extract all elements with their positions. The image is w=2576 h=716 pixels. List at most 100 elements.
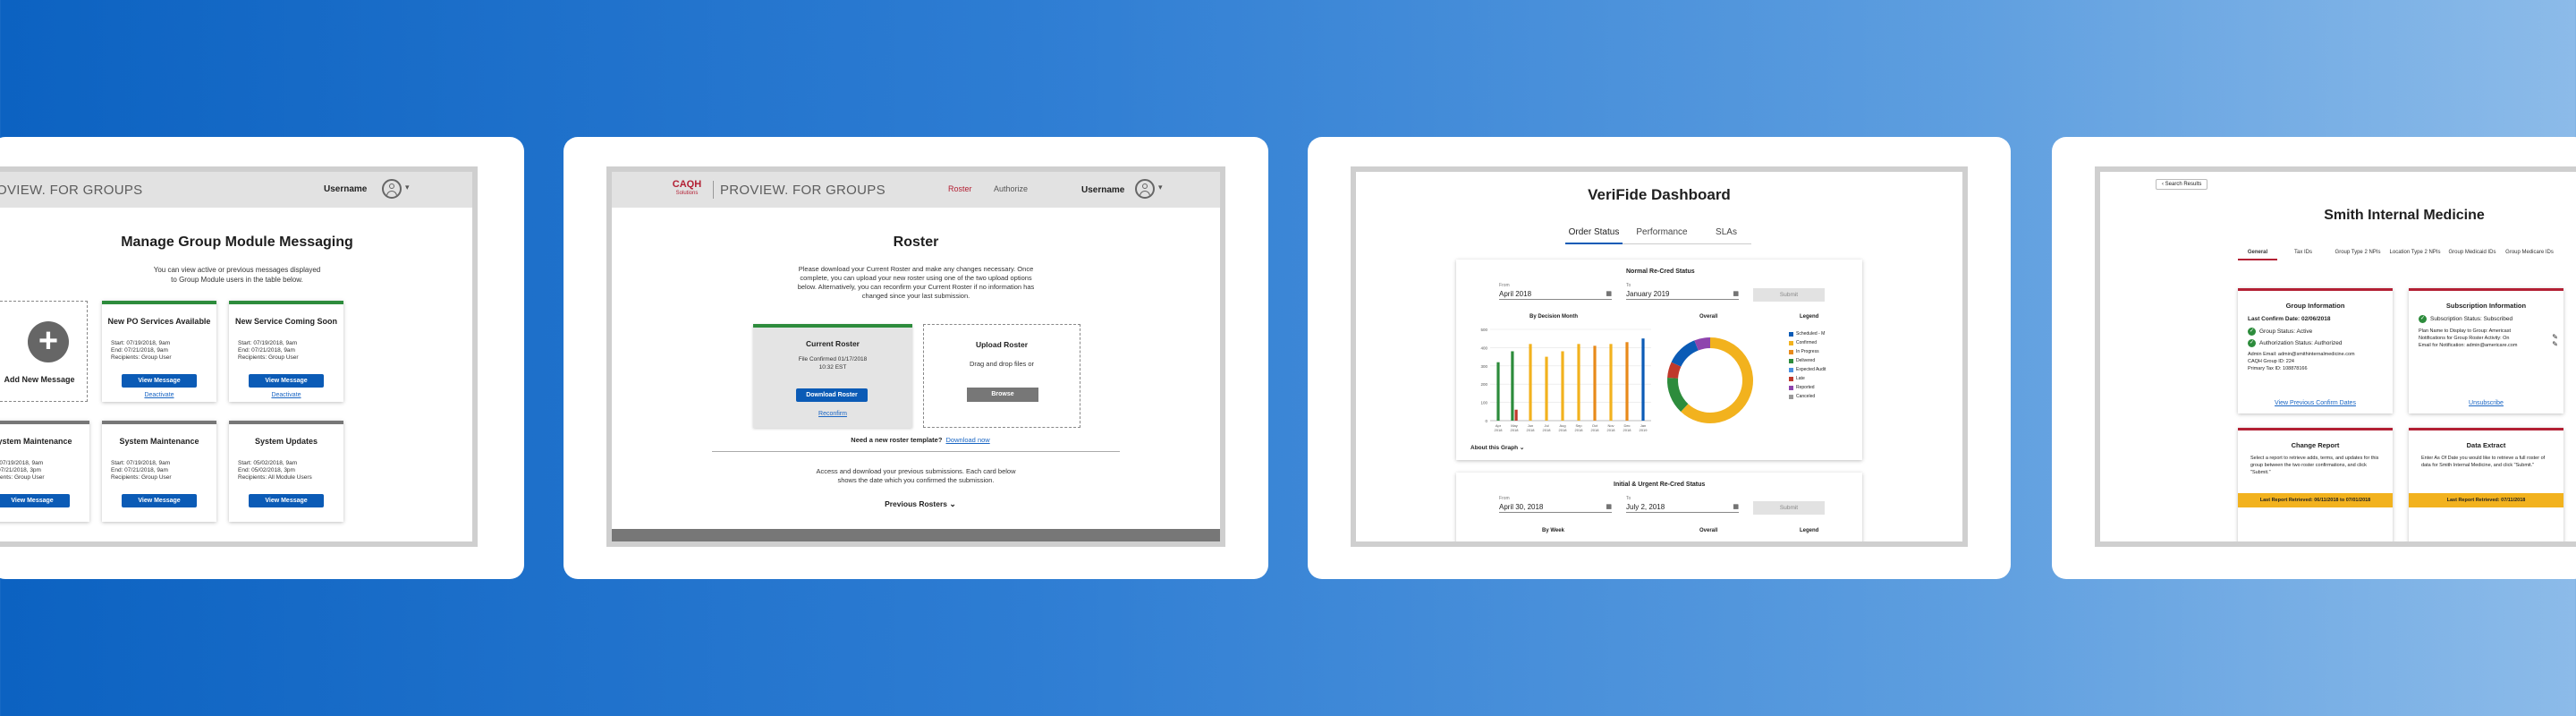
- bar: [1529, 344, 1532, 421]
- x-tick-label: 2019: [1640, 428, 1648, 432]
- chevron-down-icon[interactable]: ▾: [1158, 183, 1163, 192]
- browse-button[interactable]: Browse: [967, 388, 1038, 402]
- card-title: Group Information: [2285, 302, 2345, 310]
- nav-authorize[interactable]: Authorize: [994, 184, 1028, 193]
- group-tabs: General Tax IDs Group Type 2 NPIs Locati…: [2238, 250, 2558, 260]
- tab-group-type2-npis[interactable]: Group Type 2 NPIs: [2329, 250, 2386, 260]
- x-tick-label: 2018: [1559, 428, 1568, 432]
- bar-chart: 0100200300400500Apr2018May2018Jun2018Jul…: [1480, 328, 1651, 432]
- message-recipients: Recipients: Group User: [111, 354, 172, 361]
- change-report-description: Select a report to retrieve adds, terms,…: [2250, 456, 2379, 475]
- tab-tax-ids[interactable]: Tax IDs: [2277, 250, 2329, 260]
- data-extract-last-retrieved: Last Report Retrieved: 07/11/2018: [2409, 493, 2563, 507]
- page-title: Roster: [893, 234, 939, 250]
- legend-label: Confirmed: [1796, 340, 1818, 345]
- reconfirm-link[interactable]: Reconfirm: [753, 411, 912, 417]
- deactivate-link[interactable]: Deactivate: [229, 392, 343, 398]
- change-report-card: Change Report Select a report to retriev…: [2238, 428, 2393, 541]
- donut-slice: [1667, 362, 1682, 379]
- donut-slice: [1694, 337, 1711, 351]
- download-template-link[interactable]: Download now: [946, 436, 990, 444]
- message-card: System Maintenance Start: 07/19/2018, 9a…: [0, 421, 89, 522]
- bar: [1625, 342, 1629, 421]
- screen-frame: OVIEW. FOR GROUPS Username ▾ Manage Grou…: [0, 166, 478, 547]
- view-message-button[interactable]: View Message: [249, 494, 324, 507]
- screen-frame: ‹ Search Results Smith Internal Medicine…: [2095, 166, 2576, 547]
- tab-location-type2-npis[interactable]: Location Type 2 NPIs: [2386, 250, 2444, 260]
- edit-pencil-icon[interactable]: ✎: [2552, 340, 2558, 348]
- notifications-setting: Notifications for Group Roster Activity:…: [2419, 336, 2510, 342]
- screen-frame: VeriFide Dashboard Order Status Performa…: [1351, 166, 1968, 547]
- legend-item: Expected Audit: [1789, 367, 1826, 372]
- page-description: Please download your Current Roster and …: [797, 265, 1035, 300]
- submit-button[interactable]: Submit: [1753, 501, 1825, 515]
- username[interactable]: Username: [1081, 185, 1124, 195]
- unsubscribe-link[interactable]: Unsubscribe: [2409, 400, 2563, 406]
- product-name: OVIEW. FOR GROUPS: [0, 182, 143, 198]
- bar: [1496, 362, 1500, 421]
- about-graph-toggle[interactable]: About this Graph ⌄: [1470, 444, 1524, 451]
- check-icon: ✓: [2248, 339, 2256, 348]
- current-roster-title: Current Roster: [806, 339, 860, 348]
- group-status: Group Status: Active: [2259, 328, 2313, 336]
- username[interactable]: Username: [324, 184, 367, 194]
- x-tick-label: 2018: [1623, 428, 1632, 432]
- footer-bar: [612, 529, 1220, 541]
- current-roster-card: Current Roster File Confirmed 01/17/2018…: [753, 324, 912, 428]
- section-divider: [712, 451, 1120, 452]
- message-recipients: Recipients: Group User: [111, 474, 172, 481]
- donut-chart: [1667, 337, 1753, 423]
- legend-item: Delivered: [1789, 358, 1826, 363]
- legend-item: In Progress: [1789, 349, 1826, 354]
- card-title: Data Extract: [2466, 441, 2506, 449]
- back-to-search-button[interactable]: ‹ Search Results: [2156, 179, 2208, 190]
- y-tick-label: 500: [1480, 328, 1487, 332]
- data-extract-card: Data Extract Enter As Of Date you would …: [2409, 428, 2563, 541]
- from-date-field[interactable]: From April 30, 2018 ▦: [1499, 496, 1612, 513]
- tab-group-medicaid-ids[interactable]: Group Medicaid IDs: [2444, 250, 2501, 260]
- tab-general[interactable]: General: [2238, 250, 2277, 260]
- legend-swatch: [1789, 376, 1793, 381]
- chevron-down-icon[interactable]: ▾: [405, 183, 410, 192]
- x-tick-label: 2018: [1495, 428, 1504, 432]
- bar: [1514, 409, 1518, 421]
- user-avatar-icon[interactable]: [1135, 179, 1155, 199]
- tab-performance[interactable]: Performance: [1623, 227, 1701, 244]
- tab-group-medicare-ids[interactable]: Group Medicare IDs: [2501, 250, 2558, 260]
- template-prompt: Need a new roster template? Download now: [851, 436, 990, 444]
- screen-card-messaging: OVIEW. FOR GROUPS Username ▾ Manage Grou…: [0, 137, 524, 579]
- user-avatar-icon[interactable]: [382, 179, 402, 199]
- message-start: Start: 05/02/2018, 9am: [238, 460, 298, 466]
- primary-tax-id: Primary Tax ID: 108878166: [2248, 366, 2308, 372]
- donut-slice: [1681, 337, 1753, 423]
- legend-label: Delivered: [1796, 358, 1816, 363]
- from-date-field[interactable]: From April 2018 ▦: [1499, 283, 1612, 300]
- previous-rosters-toggle[interactable]: Previous Rosters ⌄: [612, 499, 1220, 509]
- to-date-field[interactable]: To July 2, 2018 ▦: [1626, 496, 1739, 513]
- nav-roster[interactable]: Roster: [948, 184, 972, 193]
- to-date-field[interactable]: To January 2019 ▦: [1626, 283, 1739, 300]
- view-message-button[interactable]: View Message: [0, 494, 70, 507]
- tab-order-status[interactable]: Order Status: [1565, 227, 1623, 244]
- message-start: Start: 07/19/2018, 9am: [238, 340, 298, 346]
- add-new-message-button[interactable]: + Add New Message: [0, 301, 88, 402]
- legend-label: In Progress: [1796, 349, 1819, 354]
- calendar-icon: ▦: [1733, 291, 1739, 297]
- previous-description: Access and download your previous submis…: [816, 467, 1016, 484]
- download-roster-button[interactable]: Download Roster: [796, 388, 868, 402]
- upload-roster-dropzone[interactable]: Upload Roster Drag and drop files or Bro…: [923, 324, 1080, 428]
- page-title: Smith Internal Medicine: [2324, 208, 2485, 223]
- view-message-button[interactable]: View Message: [122, 374, 197, 388]
- screen-card-group-detail: ‹ Search Results Smith Internal Medicine…: [2052, 137, 2576, 579]
- message-card: System Updates Start: 05/02/2018, 9am End…: [229, 421, 343, 522]
- message-title: System Maintenance: [119, 437, 199, 446]
- view-previous-confirm-link[interactable]: View Previous Confirm Dates: [2238, 400, 2393, 406]
- view-message-button[interactable]: View Message: [249, 374, 324, 388]
- submit-button[interactable]: Submit: [1753, 288, 1825, 302]
- last-confirm-date: Last Confirm Date: 02/06/2018: [2248, 316, 2331, 322]
- tab-slas[interactable]: SLAs: [1701, 227, 1751, 244]
- deactivate-link[interactable]: Deactivate: [102, 392, 216, 398]
- initial-urgent-panel: Initial & Urgent Re-Cred Status From Apr…: [1456, 473, 1862, 541]
- view-message-button[interactable]: View Message: [122, 494, 197, 507]
- chevron-down-icon: ⌄: [1519, 445, 1525, 451]
